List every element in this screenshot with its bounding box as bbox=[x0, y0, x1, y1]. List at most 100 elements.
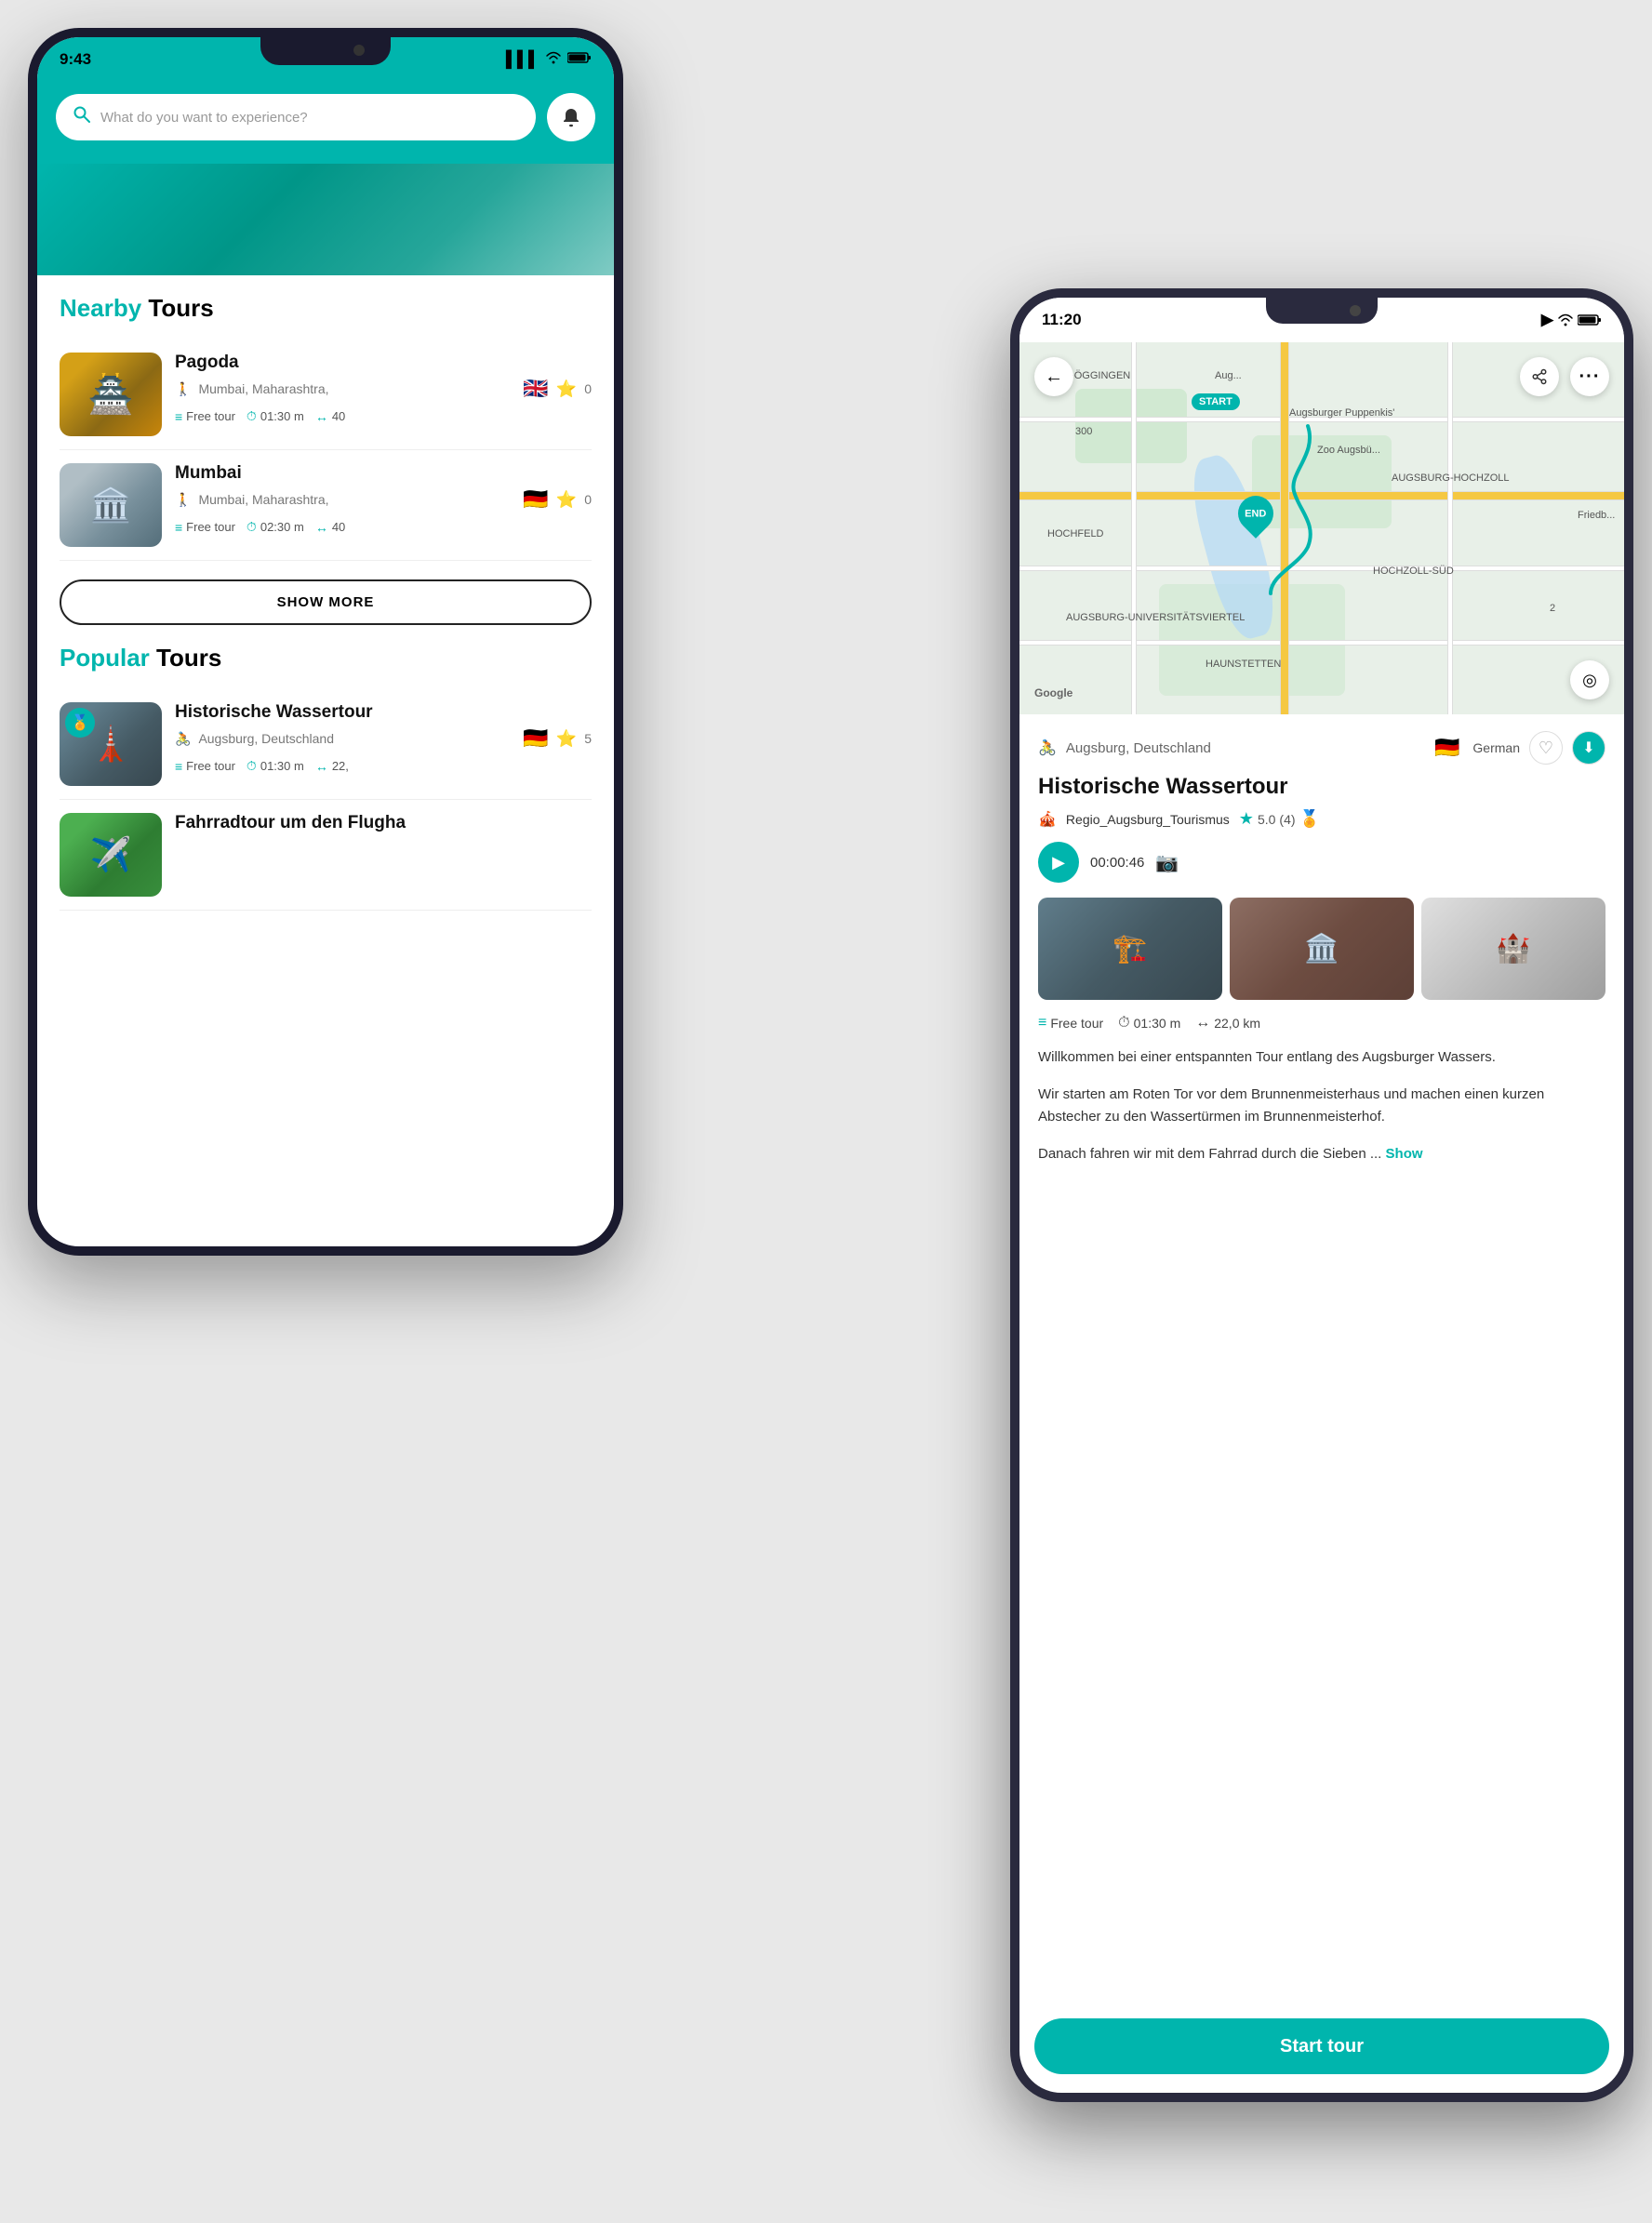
google-logo: Google bbox=[1034, 686, 1072, 699]
free-label-mumbai: Free tour bbox=[186, 520, 235, 534]
nearby-accent: Nearby bbox=[60, 294, 141, 322]
tour-item-wassertour[interactable]: 🏅 Historische Wassertour 🚴 Augsburg, Deu… bbox=[60, 689, 592, 800]
video-row: ▶ 00:00:46 📷 bbox=[1038, 842, 1605, 883]
map-more-button[interactable]: ··· bbox=[1570, 357, 1609, 396]
map-label-puppenkis: Augsburger Puppenkis' bbox=[1289, 407, 1394, 419]
detail-bike-icon: 🚴 bbox=[1038, 739, 1057, 757]
detail-location-row: 🚴 Augsburg, Deutschland 🇩🇪 German ♡ ⬇ bbox=[1038, 731, 1605, 765]
map-share-button[interactable] bbox=[1520, 357, 1559, 396]
back-icon: ← bbox=[1045, 366, 1063, 388]
tour-location-row-pagoda: 🚶 Mumbai, Maharashtra, 🇬🇧 ⭐ 0 bbox=[175, 377, 592, 401]
phone1-time: 9:43 bbox=[60, 50, 91, 69]
rating-mumbai: 0 bbox=[584, 492, 592, 507]
meta-duration-pagoda: ⏱ 01:30 m bbox=[246, 408, 304, 424]
end-pin-label: END bbox=[1245, 508, 1266, 519]
photo-3[interactable] bbox=[1421, 898, 1605, 1000]
author-name: Regio_Augsburg_Tourismus bbox=[1066, 812, 1230, 827]
detail-meta-distance: ↔ 22,0 km bbox=[1195, 1015, 1260, 1032]
tour-item-pagoda[interactable]: Pagoda 🚶 Mumbai, Maharashtra, 🇬🇧 ⭐ 0 ≡ F… bbox=[60, 339, 592, 450]
show-more-link[interactable]: Show bbox=[1386, 1146, 1423, 1162]
phone2-detail-content: 🚴 Augsburg, Deutschland 🇩🇪 German ♡ ⬇ Hi… bbox=[1019, 714, 1624, 1271]
start-pin-label: START bbox=[1199, 396, 1232, 407]
popular-badge: 🏅 bbox=[65, 708, 95, 738]
popular-accent: Popular bbox=[60, 644, 150, 672]
detail-location-text: Augsburg, Deutschland bbox=[1066, 740, 1425, 756]
duration-mumbai: 02:30 m bbox=[260, 520, 304, 534]
meta-distance-pagoda: ↔ 40 bbox=[315, 409, 345, 424]
tour-meta-mumbai: ≡ Free tour ⏱ 02:30 m ↔ 40 bbox=[175, 519, 592, 535]
tour-item-mumbai[interactable]: Mumbai 🚶 Mumbai, Maharashtra, 🇩🇪 ⭐ 0 ≡ F… bbox=[60, 450, 592, 561]
meta-free-pagoda: ≡ Free tour bbox=[175, 409, 235, 424]
more-icon: ··· bbox=[1579, 366, 1601, 388]
download-icon: ⬇ bbox=[1582, 739, 1594, 757]
location-icon: ◎ bbox=[1582, 671, 1597, 690]
star-icon: ★ bbox=[1239, 809, 1254, 829]
tour-location-pagoda: Mumbai, Maharashtra, bbox=[198, 381, 515, 396]
tour-thumb-mumbai bbox=[60, 463, 162, 547]
tour-description-1: Willkommen bei einer entspannten Tour en… bbox=[1038, 1046, 1605, 1069]
popular-tours-title: Popular Tours bbox=[60, 644, 592, 672]
photos-row bbox=[1038, 898, 1605, 1000]
map-location-button[interactable]: ◎ bbox=[1570, 660, 1609, 699]
meta-distance-wassertour: ↔ 22, bbox=[315, 759, 349, 774]
map-road-v1 bbox=[1131, 342, 1137, 714]
tour-thumb-flughafen bbox=[60, 813, 162, 897]
rating-number: 5.0 bbox=[1258, 812, 1275, 827]
download-button[interactable]: ⬇ bbox=[1572, 731, 1605, 765]
map-back-button[interactable]: ← bbox=[1034, 357, 1073, 396]
map-container[interactable]: RG-GÖGGINGEN Aug... Augsburger Puppenkis… bbox=[1019, 342, 1624, 714]
photo-1[interactable] bbox=[1038, 898, 1222, 1000]
clock-icon-mumbai: ⏱ bbox=[246, 519, 257, 535]
search-bar[interactable]: What do you want to experience? bbox=[56, 94, 536, 140]
map-background: RG-GÖGGINGEN Aug... Augsburger Puppenkis… bbox=[1019, 342, 1624, 714]
play-button[interactable]: ▶ bbox=[1038, 842, 1079, 883]
detail-duration: 01:30 m bbox=[1134, 1016, 1181, 1031]
heart-icon: ♡ bbox=[1539, 739, 1553, 758]
distance-icon-pagoda: ↔ bbox=[315, 409, 328, 424]
map-road-h2 bbox=[1019, 566, 1624, 571]
tour-meta-wassertour: ≡ Free tour ⏱ 01:30 m ↔ 22, bbox=[175, 758, 592, 774]
map-label-hochzoll-sud: HOCHZOLL-SÜD bbox=[1373, 566, 1454, 577]
map-label-augsburg: Aug... bbox=[1215, 370, 1242, 381]
photo-2[interactable] bbox=[1230, 898, 1414, 1000]
map-start-pin: START bbox=[1192, 393, 1240, 410]
tour-item-flughafen[interactable]: Fahrradtour um den Flugha bbox=[60, 800, 592, 911]
map-road-h3 bbox=[1019, 640, 1624, 646]
walk-icon-pagoda: 🚶 bbox=[175, 381, 191, 397]
detail-flag: 🇩🇪 bbox=[1434, 736, 1459, 760]
phone1-status-icons: ▌▌▌ bbox=[506, 50, 592, 69]
meta-distance-mumbai: ↔ 40 bbox=[315, 520, 345, 535]
star-wassertour: ⭐ bbox=[556, 729, 577, 749]
detail-meta-free: ≡ Free tour bbox=[1038, 1015, 1103, 1032]
show-more-button[interactable]: SHOW MORE bbox=[60, 579, 592, 625]
tour-description-2: Wir starten am Roten Tor vor dem Brunnen… bbox=[1038, 1084, 1605, 1128]
bike-icon-wassertour: 🚴 bbox=[175, 731, 191, 747]
route-icon-pagoda: ≡ bbox=[175, 409, 182, 424]
distance-mumbai: 40 bbox=[332, 520, 345, 534]
tour-thumb-pagoda bbox=[60, 353, 162, 436]
tour-thumb-wassertour: 🏅 bbox=[60, 702, 162, 786]
play-icon: ▶ bbox=[1052, 853, 1065, 872]
route-icon-mumbai: ≡ bbox=[175, 520, 182, 535]
detail-distance-icon: ↔ bbox=[1195, 1015, 1210, 1032]
heart-button[interactable]: ♡ bbox=[1529, 731, 1563, 765]
detail-meta-duration: ⏱ 01:30 m bbox=[1118, 1015, 1180, 1032]
clock-icon-pagoda: ⏱ bbox=[246, 408, 257, 424]
tour-description-3: Danach fahren wir mit dem Fahrrad durch … bbox=[1038, 1143, 1605, 1165]
distance-icon-wassertour: ↔ bbox=[315, 759, 328, 774]
detail-author-row: 🎪 Regio_Augsburg_Tourismus ★ 5.0 (4) 🏅 bbox=[1038, 809, 1605, 829]
detail-title: Historische Wassertour bbox=[1038, 774, 1605, 800]
author-icon: 🎪 bbox=[1038, 810, 1057, 829]
clock-icon-wassertour: ⏱ bbox=[246, 758, 257, 774]
notification-button[interactable] bbox=[547, 93, 595, 141]
map-label-2: 2 bbox=[1550, 603, 1555, 614]
tour-info-wassertour: Historische Wassertour 🚴 Augsburg, Deuts… bbox=[175, 702, 592, 774]
start-tour-button[interactable]: Start tour bbox=[1034, 2018, 1609, 2074]
tour-info-pagoda: Pagoda 🚶 Mumbai, Maharashtra, 🇬🇧 ⭐ 0 ≡ F… bbox=[175, 353, 592, 424]
phone1-device: 9:43 ▌▌▌ What do you want to experience? bbox=[28, 28, 623, 1256]
star-pagoda: ⭐ bbox=[556, 379, 577, 399]
duration-pagoda: 01:30 m bbox=[260, 409, 304, 423]
map-label-hochzoll: AUGSBURG-HOCHZOLL bbox=[1392, 473, 1510, 484]
tour-location-row-mumbai: 🚶 Mumbai, Maharashtra, 🇩🇪 ⭐ 0 bbox=[175, 487, 592, 512]
rating-pagoda: 0 bbox=[584, 381, 592, 396]
